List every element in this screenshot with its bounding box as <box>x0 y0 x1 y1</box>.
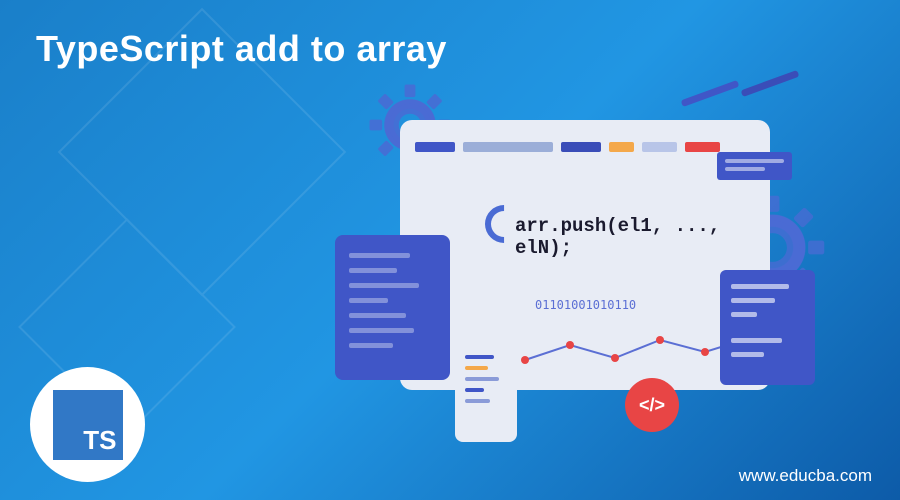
code-symbol: </> <box>639 395 665 416</box>
card-line <box>725 159 784 163</box>
small-card <box>717 152 792 180</box>
panel-line <box>465 399 490 403</box>
monitor-header-bars <box>415 132 755 162</box>
panel-line <box>465 377 499 381</box>
panel-line <box>731 298 775 303</box>
panel-line <box>349 298 388 303</box>
panel-line <box>349 283 419 288</box>
panel-line <box>731 352 764 357</box>
bar-item <box>685 142 720 152</box>
bar-item <box>561 142 601 152</box>
panel-line <box>349 268 397 273</box>
side-card-panel <box>720 270 815 385</box>
typescript-logo <box>30 367 145 482</box>
panel-line <box>465 366 488 370</box>
bar-item <box>609 142 634 152</box>
slant-bar <box>681 80 740 107</box>
code-snippet: arr.push(el1, ..., elN); <box>515 215 770 259</box>
panel-line <box>349 313 406 318</box>
panel-line <box>731 312 757 317</box>
page-title: TypeScript add to array <box>36 28 447 70</box>
tablet-panel <box>335 235 450 380</box>
phone-panel <box>455 337 517 442</box>
hero-illustration: arr.push(el1, ..., elN); 01101001010110 <box>320 80 820 460</box>
panel-line <box>731 284 789 289</box>
panel-line <box>731 338 782 343</box>
bar-item <box>463 142 553 152</box>
binary-text: 01101001010110 <box>535 298 636 312</box>
panel-line <box>465 355 494 359</box>
bar-item <box>642 142 677 152</box>
panel-line <box>349 328 414 333</box>
card-line <box>725 167 765 171</box>
code-badge-icon: </> <box>625 378 679 432</box>
panel-line <box>349 253 410 258</box>
panel-line <box>465 388 484 392</box>
panel-line <box>349 343 393 348</box>
website-url: www.educba.com <box>739 466 872 486</box>
bar-item <box>415 142 455 152</box>
ts-logo-square <box>53 390 123 460</box>
